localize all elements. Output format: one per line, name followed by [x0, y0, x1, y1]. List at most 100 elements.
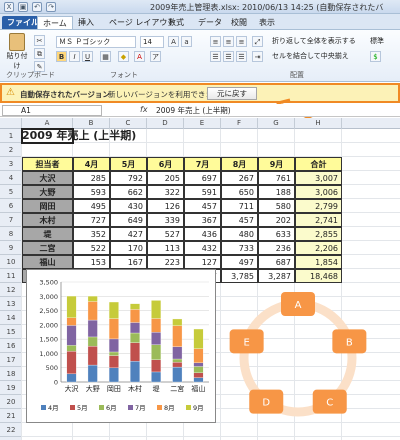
- value-cell[interactable]: 727: [73, 213, 110, 227]
- redo-icon[interactable]: ↷: [46, 2, 56, 12]
- column-header-e[interactable]: E: [184, 118, 221, 129]
- font-color-icon[interactable]: A: [134, 51, 145, 62]
- value-cell[interactable]: 593: [73, 185, 110, 199]
- phonetic-icon[interactable]: ア: [150, 51, 161, 62]
- row-header-18[interactable]: 18: [0, 367, 22, 381]
- align-right-icon[interactable]: ☰: [236, 51, 247, 62]
- value-cell[interactable]: 792: [110, 171, 147, 185]
- tab-insert[interactable]: 挿入: [73, 16, 99, 29]
- header-cell[interactable]: 6月: [147, 157, 184, 171]
- value-cell[interactable]: 649: [110, 213, 147, 227]
- value-cell[interactable]: 188: [258, 185, 295, 199]
- value-cell[interactable]: 2,799: [295, 199, 342, 213]
- name-cell[interactable]: 岡田: [22, 199, 73, 213]
- tab-formulas[interactable]: 数式: [163, 16, 189, 29]
- paste-button[interactable]: 貼り付け: [4, 33, 30, 70]
- excel-icon[interactable]: X: [4, 2, 14, 12]
- header-cell[interactable]: 4月: [73, 157, 110, 171]
- value-cell[interactable]: 761: [258, 171, 295, 185]
- value-cell[interactable]: 580: [258, 199, 295, 213]
- row-header-2[interactable]: 2: [0, 143, 22, 157]
- merge-center-button[interactable]: セルを結合して中央揃え: [270, 51, 364, 63]
- value-cell[interactable]: 457: [221, 213, 258, 227]
- value-cell[interactable]: 687: [258, 255, 295, 269]
- value-cell[interactable]: 352: [73, 227, 110, 241]
- row-header-16[interactable]: 16: [0, 339, 22, 353]
- header-cell[interactable]: 合計: [295, 157, 342, 171]
- value-cell[interactable]: 367: [184, 213, 221, 227]
- row-header-20[interactable]: 20: [0, 395, 22, 409]
- value-cell[interactable]: 591: [184, 185, 221, 199]
- bold-icon[interactable]: B: [56, 51, 67, 62]
- align-left-icon[interactable]: ☰: [210, 51, 221, 62]
- row-header-19[interactable]: 19: [0, 381, 22, 395]
- name-cell[interactable]: 大野: [22, 185, 73, 199]
- column-header-h[interactable]: H: [295, 118, 342, 129]
- value-cell[interactable]: 202: [258, 213, 295, 227]
- value-cell[interactable]: 436: [184, 227, 221, 241]
- row-header-12[interactable]: 12: [0, 283, 22, 297]
- align-bottom-icon[interactable]: ≡: [236, 36, 247, 47]
- row-header-1[interactable]: 1: [0, 129, 22, 143]
- value-cell[interactable]: 127: [184, 255, 221, 269]
- indent-icon[interactable]: ⇥: [252, 51, 263, 62]
- row-header-14[interactable]: 14: [0, 311, 22, 325]
- column-header-f[interactable]: F: [221, 118, 258, 129]
- value-cell[interactable]: 697: [184, 171, 221, 185]
- column-header-b[interactable]: B: [73, 118, 110, 129]
- row-header-15[interactable]: 15: [0, 325, 22, 339]
- value-cell[interactable]: 711: [221, 199, 258, 213]
- value-cell[interactable]: 153: [73, 255, 110, 269]
- column-header-a[interactable]: A: [22, 118, 73, 129]
- shrink-font-icon[interactable]: a: [181, 36, 192, 47]
- tab-home[interactable]: ホーム: [37, 16, 73, 29]
- italic-icon[interactable]: I: [69, 51, 80, 62]
- cut-icon[interactable]: ✂: [34, 35, 45, 46]
- header-cell[interactable]: 5月: [110, 157, 147, 171]
- row-header-8[interactable]: 8: [0, 227, 22, 241]
- orientation-icon[interactable]: ⤢: [252, 36, 263, 47]
- value-cell[interactable]: 285: [73, 171, 110, 185]
- select-all-corner[interactable]: [0, 118, 22, 129]
- value-cell[interactable]: 113: [147, 241, 184, 255]
- value-cell[interactable]: 126: [147, 199, 184, 213]
- header-cell[interactable]: 7月: [184, 157, 221, 171]
- value-cell[interactable]: 2,206: [295, 241, 342, 255]
- copy-icon[interactable]: ⧉: [34, 48, 45, 59]
- tab-view[interactable]: 表示: [254, 16, 280, 29]
- fx-icon[interactable]: fx: [140, 105, 148, 114]
- value-cell[interactable]: 1,854: [295, 255, 342, 269]
- font-name-select[interactable]: ＭＳ Ｐゴシック: [56, 36, 136, 48]
- row-header-4[interactable]: 4: [0, 171, 22, 185]
- value-cell[interactable]: 662: [110, 185, 147, 199]
- header-cell[interactable]: 担当者: [22, 157, 73, 171]
- row-header-5[interactable]: 5: [0, 185, 22, 199]
- value-cell[interactable]: 170: [110, 241, 147, 255]
- column-header-c[interactable]: C: [110, 118, 147, 129]
- undo-icon[interactable]: ↶: [32, 2, 42, 12]
- row-header-21[interactable]: 21: [0, 409, 22, 423]
- currency-icon[interactable]: $: [370, 51, 381, 62]
- align-middle-icon[interactable]: ≡: [223, 36, 234, 47]
- smartart-cycle[interactable]: A B C D E: [228, 280, 368, 430]
- value-cell[interactable]: 236: [258, 241, 295, 255]
- value-cell[interactable]: 522: [73, 241, 110, 255]
- value-cell[interactable]: 3,006: [295, 185, 342, 199]
- save-icon[interactable]: ▣: [18, 2, 28, 12]
- row-header-22[interactable]: 22: [0, 423, 22, 437]
- value-cell[interactable]: 527: [147, 227, 184, 241]
- value-cell[interactable]: 339: [147, 213, 184, 227]
- header-cell[interactable]: 9月: [258, 157, 295, 171]
- row-header-13[interactable]: 13: [0, 297, 22, 311]
- row-header-3[interactable]: 3: [0, 157, 22, 171]
- value-cell[interactable]: 633: [258, 227, 295, 241]
- name-box[interactable]: A1: [2, 105, 102, 116]
- row-header-9[interactable]: 9: [0, 241, 22, 255]
- value-cell[interactable]: 167: [110, 255, 147, 269]
- row-header-11[interactable]: 11: [0, 269, 22, 283]
- align-top-icon[interactable]: ≡: [210, 36, 221, 47]
- border-icon[interactable]: ▦: [100, 51, 111, 62]
- value-cell[interactable]: 223: [147, 255, 184, 269]
- tab-data[interactable]: データ: [193, 16, 227, 29]
- grow-font-icon[interactable]: A: [168, 36, 179, 47]
